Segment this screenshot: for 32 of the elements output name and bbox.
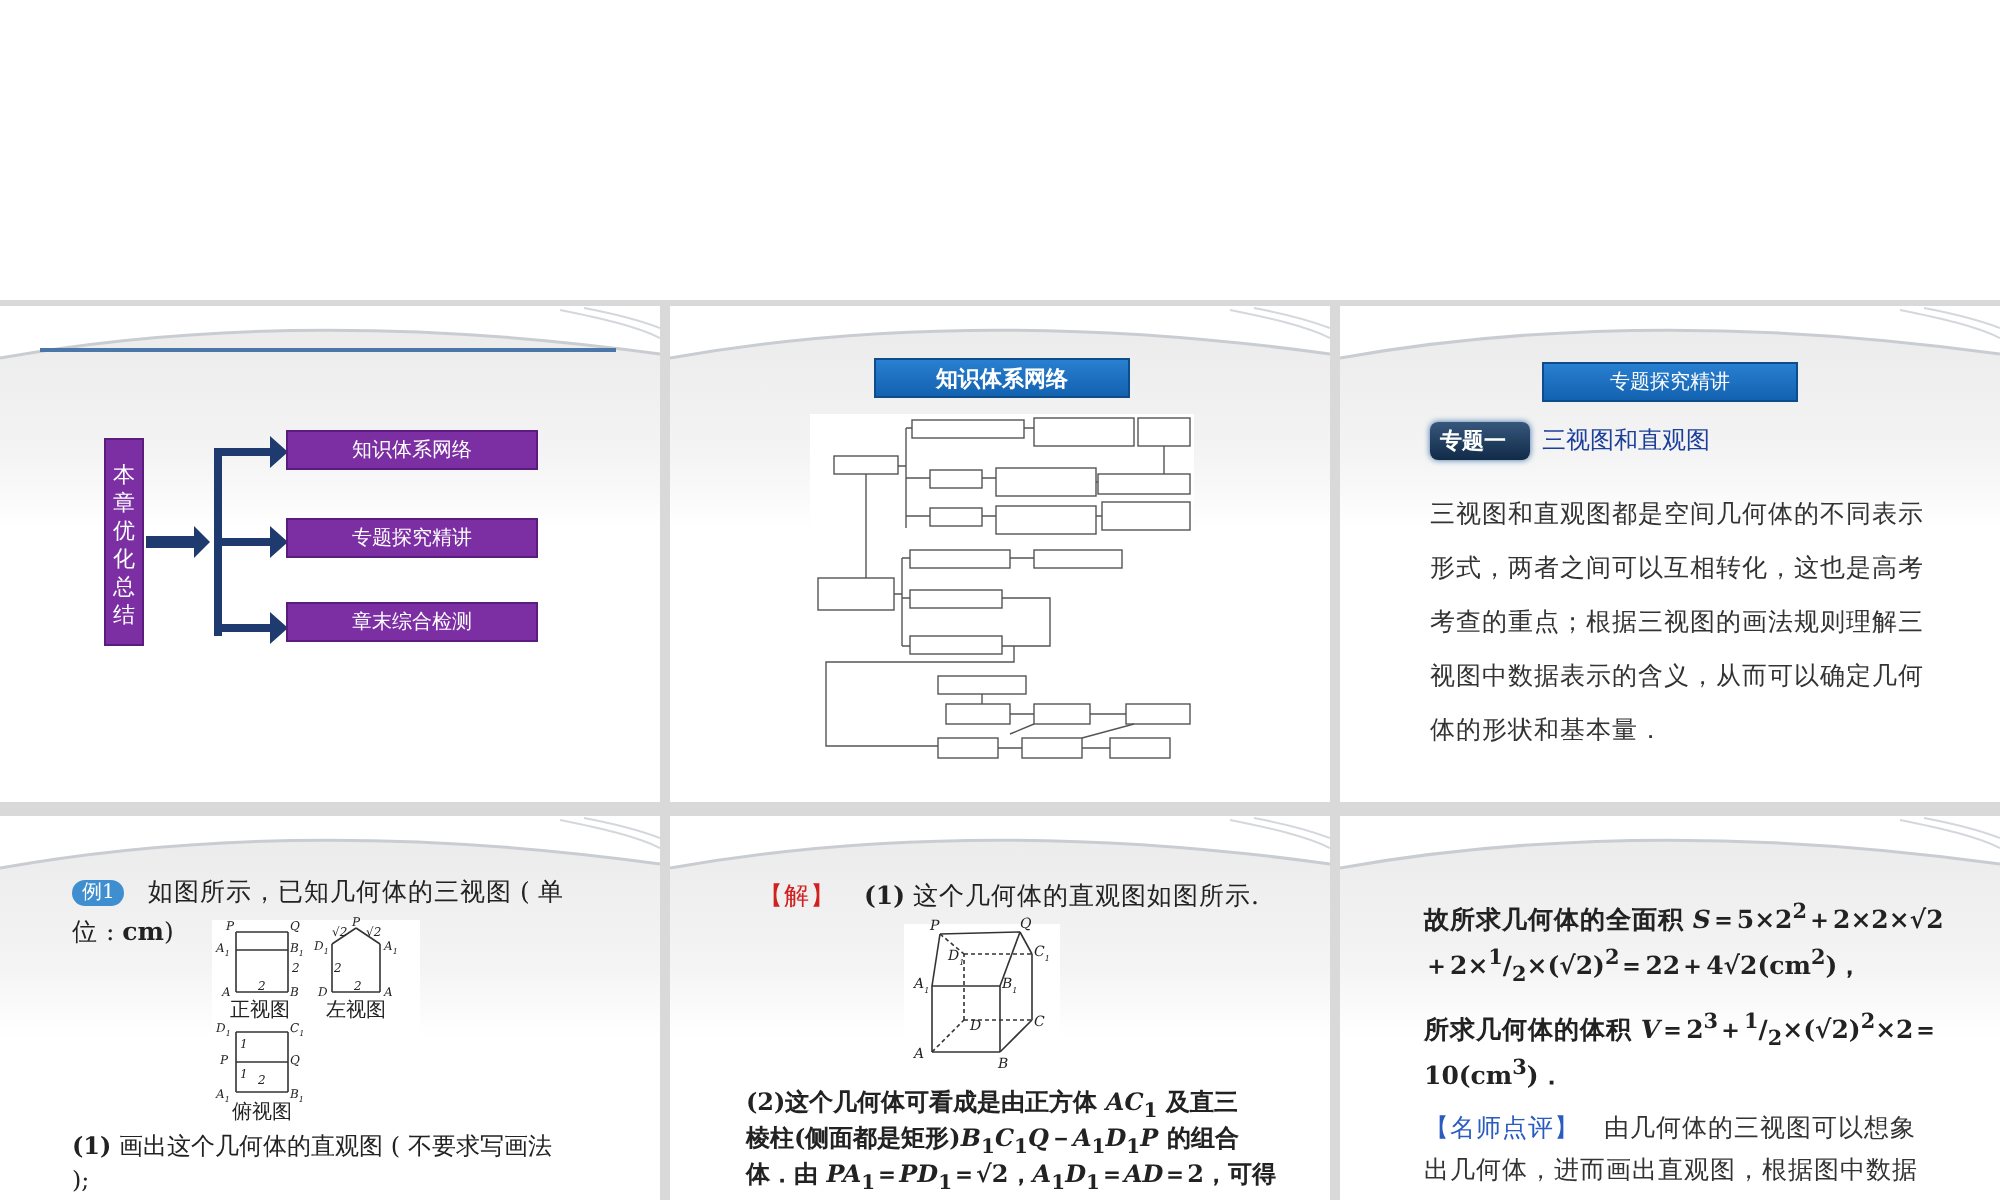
figure-caption: 正视图 [230, 1000, 290, 1022]
topic-title: 三视图和直观图 [1542, 424, 1710, 458]
body-text-line: 棱柱(侧面都是矩形)B$_{1}$C$_{1}$Q－A$_{1}$D$_{1}$P 的组合 [746, 1122, 1239, 1156]
example-badge: 例1 [72, 880, 125, 906]
branch-box: 知识体系网络 [286, 430, 538, 470]
body-text-line: 体．由 PA$_{1}$＝PD$_{1}$＝√2，A$_{1}$D$_{1}$＝AD＝2，可得 [746, 1158, 1277, 1192]
root-box: 本章优化总结 [104, 438, 144, 646]
section-heading: 专题探究精讲 [1542, 362, 1798, 402]
body-paragraph: 三视图和直观图都是空间几何体的不同表示形式，两者之间可以互相转化，这也是高考考查的重点；根据三视图的画法规则理解三视图中数据表示的含义，从而可以确定几何体的形状和基本量． [1430, 496, 1926, 748]
formula-line: 故所求几何体的全面积 S＝5×2$^{2}$＋2×2×√2 [1424, 897, 1944, 938]
slide-thumbnail[interactable]: 专题探究精讲 专题一 三视图和直观图 三视图和直观图都是空间几何体的不同表示形式，两者之间可以互相转化，这也是高考考查的重点；根据三视图的画法规则理解三视图中数据表示的含义，从而可以确定几何体的形状和基本量． [1340, 306, 2000, 802]
note-label: 【名师点评】 [1424, 1110, 1580, 1146]
branch-box: 专题探究精讲 [286, 518, 538, 558]
slide-thumbnail[interactable]: 本章优化总结 知识体系网络 专题探究精讲 章末综合检测 [0, 306, 660, 802]
solution-label: 【解】 [758, 880, 836, 910]
note-text: 由几何体的三视图可以想象 [1604, 1110, 1916, 1146]
question-text: 位 : cm) [72, 914, 174, 950]
task-text: (1) 画出这个几何体的直观图 ( 不要求写画法 ); [72, 1130, 554, 1198]
body-text-line: (2)这个几何体可看成是由正方体 AC$_{1}$ 及直三 [746, 1086, 1238, 1120]
slide-thumbnail[interactable]: 故所求几何体的全面积 S＝5×2$^{2}$＋2×2×√2 ＋2×$^{1}$/$_{2}$×(√2)$^{2}$＝22＋4√2(cm$^{2}$)， 所求几何体的体积 V＝2$^{3}$＋$^{1}$/$_{2}$×(√2)$^{2}$×2＝ 10(cm$^{3}$)． 【名师点评】 由几何体的三视图可以想象 出几何体，进而画出直观图，根据图中数据 [1340, 816, 2000, 1200]
formula-line: ＋2×$^{1}$/$_{2}$×(√2)$^{2}$＝22＋4√2(cm$^{2}$)， [1424, 943, 1866, 988]
solution-text: (1) 这个几何体的直观图如图所示. [864, 880, 1259, 910]
topic-badge: 专题一 [1430, 422, 1530, 460]
question-text: 如图所示，已知几何体的三视图 ( 单 [148, 874, 564, 910]
formula-line: 所求几何体的体积 V＝2$^{3}$＋$^{1}$/$_{2}$×(√2)$^{2}$×2＝ [1424, 1007, 1942, 1052]
branch-box: 章末综合检测 [286, 602, 538, 642]
section-heading: 知识体系网络 [874, 358, 1130, 398]
note-text: 出几何体，进而画出直观图，根据图中数据 [1424, 1152, 1920, 1188]
slide-thumbnail[interactable]: 知识体系网络 [670, 306, 1330, 802]
figure-caption: 俯视图 [232, 1102, 292, 1124]
figure-caption: 左视图 [326, 1000, 386, 1022]
formula-line: 10(cm$^{3}$)． [1424, 1053, 1567, 1094]
